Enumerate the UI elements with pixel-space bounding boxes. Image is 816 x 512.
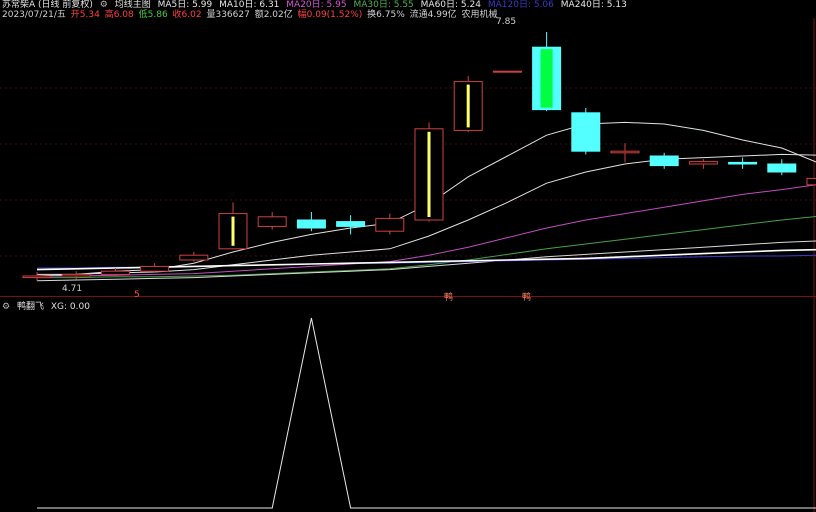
candle-body[interactable] [688, 161, 718, 165]
sub-indicator-value: XG: 0.00 [50, 302, 90, 312]
candle-body[interactable] [767, 163, 797, 173]
low-price-label: 4.71 [62, 284, 83, 294]
candle-body[interactable] [492, 70, 522, 73]
candle-body[interactable] [336, 221, 366, 227]
candle-body[interactable] [179, 254, 209, 261]
candle-body[interactable] [257, 216, 287, 227]
signal-mark: 鸭 [444, 293, 454, 303]
candle-highlight [427, 131, 431, 217]
gear-icon[interactable]: ⚙ [2, 302, 10, 312]
candle-body[interactable] [649, 155, 679, 167]
candle-body[interactable] [100, 270, 130, 275]
candle-body[interactable] [610, 150, 640, 154]
candle-body[interactable] [22, 275, 52, 279]
sub-indicator-header: ⚙ 鸭翻飞 XG: 0.00 [2, 302, 94, 313]
signal-mark: 5 [134, 290, 140, 300]
xg-line [37, 317, 816, 509]
candle-body[interactable] [375, 217, 405, 232]
candle-body[interactable] [806, 177, 816, 186]
candle-highlight [231, 216, 235, 246]
candle-body[interactable] [61, 273, 91, 277]
candle-highlight [540, 49, 553, 108]
high-price-label: 7.85 [496, 17, 517, 27]
kline-chart[interactable] [0, 0, 816, 512]
candle-body[interactable] [296, 219, 326, 229]
candle-body[interactable] [728, 161, 758, 165]
signal-mark: 鸭 [522, 293, 532, 303]
candle-highlight [466, 84, 470, 128]
panel-divider [0, 296, 816, 297]
candle-body[interactable] [140, 265, 170, 272]
candle-body[interactable] [571, 112, 601, 152]
sub-indicator-name[interactable]: 鸭翻飞 [17, 302, 44, 312]
